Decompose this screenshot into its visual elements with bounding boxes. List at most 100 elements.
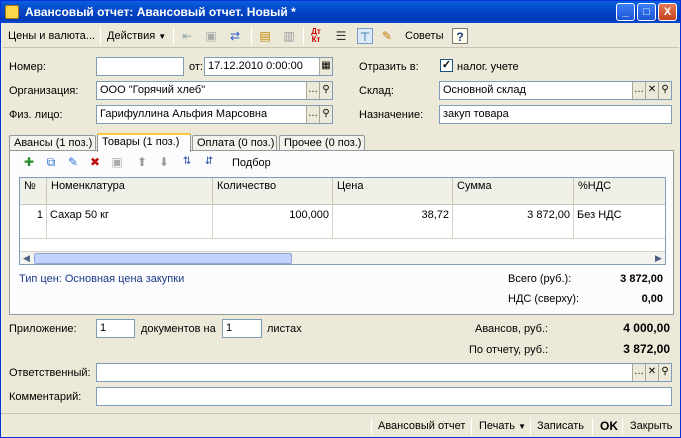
date-field[interactable]: 17.12.2010 0:00:00 ▦ [204, 57, 333, 76]
person-field[interactable]: Гарифуллина Альфия Марсовна … ⚲ [96, 105, 333, 124]
warehouse-label: Склад: [359, 85, 394, 97]
search-icon[interactable]: ⚲ [658, 364, 671, 381]
edit-row-icon[interactable]: ✎ [65, 154, 81, 170]
cell-item[interactable]: Сахар 50 кг [47, 205, 213, 239]
advice-button[interactable]: Советы [395, 26, 446, 46]
cell-price[interactable]: 38,72 [333, 205, 453, 239]
copy-icon[interactable]: ▣ [203, 28, 219, 44]
post-document-icon[interactable]: ▤ [257, 28, 273, 44]
organization-label: Организация: [9, 85, 79, 97]
cell-quantity[interactable]: 100,000 [213, 205, 333, 239]
add-row-icon[interactable]: ✚ [21, 154, 37, 170]
toolbar-separator [173, 27, 174, 45]
advances-label: Авансов, руб.: [475, 323, 548, 335]
unpost-document-icon[interactable]: ▥ [281, 28, 297, 44]
ok-button[interactable]: OK [600, 418, 618, 435]
number-field[interactable] [96, 57, 184, 76]
date-value: 17.12.2010 0:00:00 [208, 60, 303, 72]
warehouse-field[interactable]: Основной склад … ✕ ⚲ [439, 81, 672, 100]
vat-value: 0,00 [641, 293, 663, 305]
close-button[interactable]: Закрыть [630, 418, 672, 435]
column-header-item[interactable]: Номенклатура [47, 178, 213, 205]
column-header-sum[interactable]: Сумма [453, 178, 574, 205]
column-header-number[interactable]: № [20, 178, 47, 205]
actions-menu-button[interactable]: Действия ▼ [104, 26, 169, 46]
sort-desc-icon[interactable]: ⇵ [201, 154, 217, 170]
actions-label: Действия [107, 30, 156, 42]
toolbar-separator [530, 418, 531, 435]
move-down-icon[interactable]: ⬇ [156, 154, 172, 170]
column-header-price[interactable]: Цена [333, 178, 453, 205]
ellipsis-icon[interactable]: … [632, 82, 645, 99]
report-icon[interactable]: ☰ [333, 28, 349, 44]
reflect-label: Отразить в: [359, 61, 419, 73]
structure-icon[interactable]: ⊤ [357, 28, 373, 44]
title-bar[interactable]: Авансовый отчет: Авансовый отчет. Новый … [1, 1, 680, 23]
warehouse-value: Основной склад [443, 84, 526, 96]
save-button[interactable]: Записать [537, 418, 584, 435]
column-header-quantity[interactable]: Количество [213, 178, 333, 205]
purpose-label: Назначение: [359, 109, 424, 121]
responsible-label: Ответственный: [9, 367, 91, 379]
copy-row-icon[interactable]: ⧉ [43, 154, 59, 170]
number-label: Номер: [9, 61, 46, 73]
advance-report-print-button[interactable]: Авансовый отчет [378, 418, 465, 435]
cell-sum[interactable]: 3 872,00 [453, 205, 574, 239]
sheets-field[interactable]: 1 [222, 319, 262, 338]
scrollbar-thumb[interactable] [34, 253, 292, 264]
back-icon[interactable]: ⇤ [179, 28, 195, 44]
print-menu-button[interactable]: Печать ▼ [479, 418, 526, 435]
horizontal-scrollbar[interactable]: ◀ ▶ [20, 251, 665, 264]
prices-currency-button[interactable]: Цены и валюта... [5, 26, 98, 46]
minimize-button[interactable]: _ [616, 3, 635, 21]
delete-row-icon[interactable]: ✖ [87, 154, 103, 170]
close-window-button[interactable]: X [658, 3, 677, 21]
total-label: Всего (руб.): [508, 273, 572, 285]
selection-button[interactable]: Подбор [229, 153, 274, 173]
main-toolbar: Цены и валюта... Действия ▼ ⇤ ▣ ⇄ ▤ ▥ Дт… [3, 24, 679, 48]
toolbar-separator [303, 27, 304, 45]
sheets-label: листах [267, 323, 302, 335]
tab-goods[interactable]: Товары (1 поз.) [97, 133, 191, 152]
attachment-docs-field[interactable]: 1 [96, 319, 135, 338]
column-header-vat[interactable]: %НДС [574, 178, 665, 205]
debit-credit-icon[interactable]: Дт Кт [308, 28, 324, 44]
tax-accounting-checkbox[interactable]: ✓ [440, 59, 453, 72]
ellipsis-icon[interactable]: … [306, 82, 319, 99]
purpose-field[interactable]: закуп товара [439, 105, 672, 124]
refresh-icon[interactable]: ⇄ [227, 28, 243, 44]
responsible-field[interactable]: … ✕ ⚲ [96, 363, 672, 382]
toolbar-separator [251, 27, 252, 45]
search-icon[interactable]: ⚲ [319, 106, 332, 123]
cell-number[interactable]: 1 [20, 205, 47, 239]
docs-on-label: документов на [141, 323, 216, 335]
clear-icon[interactable]: ✕ [645, 364, 658, 381]
price-type-link[interactable]: Тип цен: Основная цена закупки [19, 273, 184, 285]
toolbar-separator [592, 418, 593, 435]
toolbar-separator [100, 27, 101, 45]
document-window: Авансовый отчет: Авансовый отчет. Новый … [0, 0, 681, 438]
clear-icon[interactable]: ✕ [645, 82, 658, 99]
search-icon[interactable]: ⚲ [658, 82, 671, 99]
toolbar-separator [223, 154, 224, 172]
end-edit-icon[interactable]: ▣ [109, 154, 125, 170]
print-label: Печать [479, 420, 516, 432]
total-value: 3 872,00 [620, 273, 663, 285]
advances-value: 4 000,00 [623, 321, 670, 335]
comment-field[interactable] [96, 387, 672, 406]
organization-value: ООО "Горячий хлеб" [100, 84, 206, 96]
scroll-right-icon[interactable]: ▶ [652, 252, 665, 264]
search-icon[interactable]: ⚲ [319, 82, 332, 99]
maximize-button[interactable]: □ [637, 3, 656, 21]
sort-asc-icon[interactable]: ⇅ [179, 154, 195, 170]
cell-vat[interactable]: Без НДС [574, 205, 665, 239]
organization-field[interactable]: ООО "Горячий хлеб" … ⚲ [96, 81, 333, 100]
ellipsis-icon[interactable]: … [306, 106, 319, 123]
scroll-left-icon[interactable]: ◀ [20, 252, 33, 264]
calendar-icon[interactable]: ▦ [319, 58, 332, 75]
help-button[interactable]: ? [452, 28, 468, 44]
move-up-icon[interactable]: ⬆ [134, 154, 150, 170]
window-title: Авансовый отчет: Авансовый отчет. Новый … [25, 5, 296, 19]
goods-tab-panel: ✚ ⧉ ✎ ✖ ▣ ⬆ ⬇ ⇅ ⇵ Подбор № Номенклатура … [9, 150, 674, 315]
ellipsis-icon[interactable]: … [632, 364, 645, 381]
